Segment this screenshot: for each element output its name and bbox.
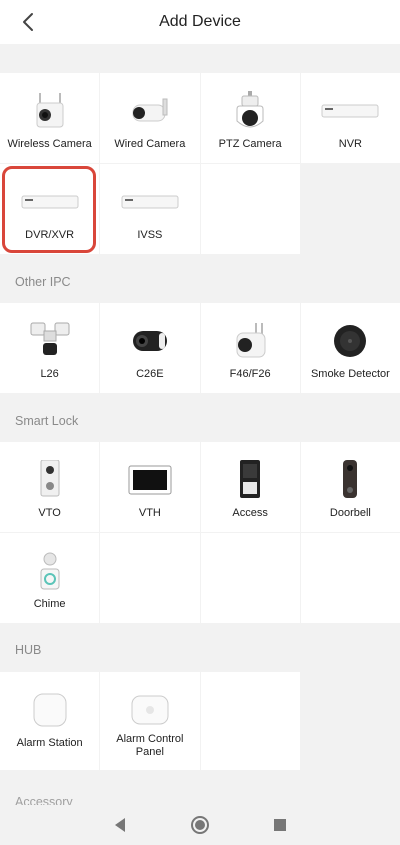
device-label: PTZ Camera [218,138,282,150]
device-l26[interactable]: L26 [0,303,100,393]
device-label: DVR/XVR [25,229,75,241]
device-smoke-detector[interactable]: Smoke Detector [300,303,400,393]
bullet-camera-icon [120,321,180,361]
device-label: Wired Camera [114,138,186,150]
device-nvr[interactable]: NVR [300,73,400,163]
alarm-panel-icon [120,690,180,730]
section-header-smart-lock: Smart Lock [0,397,400,445]
device-row-hub: Alarm Station Alarm Control Panel [0,672,400,770]
nav-back-icon[interactable] [105,810,135,840]
section-header-accessory: Accessory [0,775,400,805]
nav-home-icon[interactable] [185,810,215,840]
device-vth[interactable]: VTH [100,442,200,532]
back-arrow-icon[interactable] [14,8,42,36]
empty-cell [200,164,300,254]
device-wireless-camera[interactable]: Wireless Camera [0,73,100,163]
wireless-camera-icon [20,91,80,131]
wired-camera-icon [120,91,180,131]
system-nav-bar [0,805,400,845]
section-header-hub: HUB [0,626,400,674]
device-row-other-ipc: L26 C26E F46/F26 Smoke Detector [0,303,400,393]
floodlight-camera-icon [20,321,80,361]
device-label: VTO [38,507,61,519]
device-label: IVSS [137,229,163,241]
smoke-detector-icon [320,321,380,361]
empty-cell [300,672,400,770]
device-vto[interactable]: VTO [0,442,100,532]
device-row-smart-lock-1: VTO VTH Access Doorbell [0,442,400,532]
page-title: Add Device [159,13,241,30]
section-header-other-ipc: Other IPC [0,258,400,306]
access-control-icon [220,460,280,500]
device-dvr-xvr[interactable]: DVR/XVR [0,164,100,254]
top-spacer [0,44,400,72]
empty-cell [300,533,400,623]
device-label: VTH [138,507,161,519]
device-label: Chime [33,598,66,610]
empty-cell [100,533,200,623]
device-label: Wireless Camera [7,138,92,150]
device-wired-camera[interactable]: Wired Camera [100,73,200,163]
ptz-camera-icon [220,91,280,131]
device-row-smart-lock-2: Chime [0,533,400,623]
device-label: L26 [40,368,59,380]
device-label: Alarm Control Panel [116,733,184,758]
nav-recents-icon[interactable] [265,810,295,840]
device-f46[interactable]: F46/F26 [200,303,300,393]
ivss-icon [120,182,180,222]
empty-cell [200,533,300,623]
device-doorbell[interactable]: Doorbell [300,442,400,532]
alarm-station-icon [20,690,80,730]
device-chime[interactable]: Chime [0,533,100,623]
nvr-icon [320,91,380,131]
outdoor-camera-icon [220,321,280,361]
device-alarm-station[interactable]: Alarm Station [0,672,100,770]
device-row-2: DVR/XVR IVSS [0,164,400,254]
device-alarm-control-panel[interactable]: Alarm Control Panel [100,672,200,770]
device-row-1: Wireless Camera Wired Camera PTZ Camera [0,73,400,163]
header-bar: Add Device [0,0,400,44]
device-c26e[interactable]: C26E [100,303,200,393]
device-label: C26E [136,368,164,380]
dvr-xvr-icon [20,182,80,222]
device-ivss[interactable]: IVSS [100,164,200,254]
vto-icon [20,460,80,500]
device-access[interactable]: Access [200,442,300,532]
device-label: Access [232,507,268,519]
device-label: NVR [338,138,362,150]
device-label: F46/F26 [229,368,271,380]
empty-cell [300,164,400,254]
doorbell-icon [320,460,380,500]
accessory-label: Accessory [15,795,73,805]
chime-icon [20,551,80,591]
device-label: Doorbell [329,507,371,519]
vth-icon [120,460,180,500]
device-ptz-camera[interactable]: PTZ Camera [200,73,300,163]
device-label: Smoke Detector [310,368,390,380]
device-label: Alarm Station [16,737,83,749]
empty-cell [200,672,300,770]
